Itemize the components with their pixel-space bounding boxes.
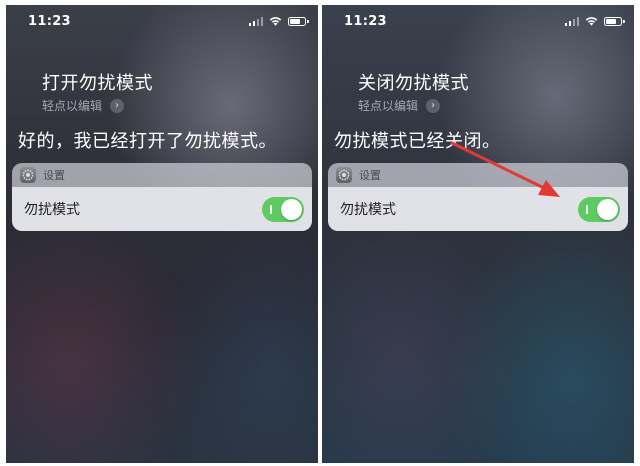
settings-card-header: 设置	[328, 163, 628, 187]
siri-query: 打开勿扰模式	[42, 73, 153, 94]
dnd-toggle[interactable]	[578, 196, 620, 222]
status-time: 11:23	[344, 14, 387, 29]
settings-card[interactable]: 设置 勿扰模式	[12, 163, 312, 231]
siri-query: 关闭勿扰模式	[358, 73, 469, 94]
settings-card[interactable]: 设置 勿扰模式	[328, 163, 628, 231]
status-icons	[564, 16, 625, 26]
settings-gear-icon	[20, 167, 36, 183]
battery-icon	[288, 16, 309, 26]
signal-icon	[564, 16, 579, 26]
dnd-toggle[interactable]	[262, 196, 304, 222]
siri-reply: 好的，我已经打开了勿扰模式。	[18, 131, 277, 152]
dnd-label: 勿扰模式	[340, 202, 396, 218]
siri-screen-right: 11:23 关闭勿扰模式 轻点以编辑 › 勿扰模式已经关闭。 设置 勿扰模式	[322, 5, 634, 463]
chevron-right-icon: ›	[110, 98, 125, 113]
dnd-row: 勿扰模式	[328, 187, 628, 231]
tap-to-edit[interactable]: 轻点以编辑 ›	[42, 97, 125, 114]
siri-screen-left: 11:23 打开勿扰模式 轻点以编辑 › 好的，我已经打开了勿扰模式。 设置 勿…	[6, 5, 318, 463]
settings-card-header: 设置	[12, 163, 312, 187]
tap-to-edit[interactable]: 轻点以编辑 ›	[358, 97, 441, 114]
chevron-right-icon: ›	[426, 98, 441, 113]
wifi-icon	[269, 17, 282, 26]
dnd-row: 勿扰模式	[12, 187, 312, 231]
settings-card-title: 设置	[43, 169, 65, 182]
status-icons	[248, 16, 309, 26]
dnd-label: 勿扰模式	[24, 202, 80, 218]
tap-to-edit-label: 轻点以编辑	[42, 99, 103, 113]
tap-to-edit-label: 轻点以编辑	[358, 99, 419, 113]
settings-gear-icon	[336, 167, 352, 183]
signal-icon	[248, 16, 263, 26]
battery-icon	[604, 16, 625, 26]
siri-reply: 勿扰模式已经关闭。	[334, 131, 501, 152]
settings-card-title: 设置	[359, 169, 381, 182]
wifi-icon	[585, 17, 598, 26]
status-time: 11:23	[28, 14, 71, 29]
